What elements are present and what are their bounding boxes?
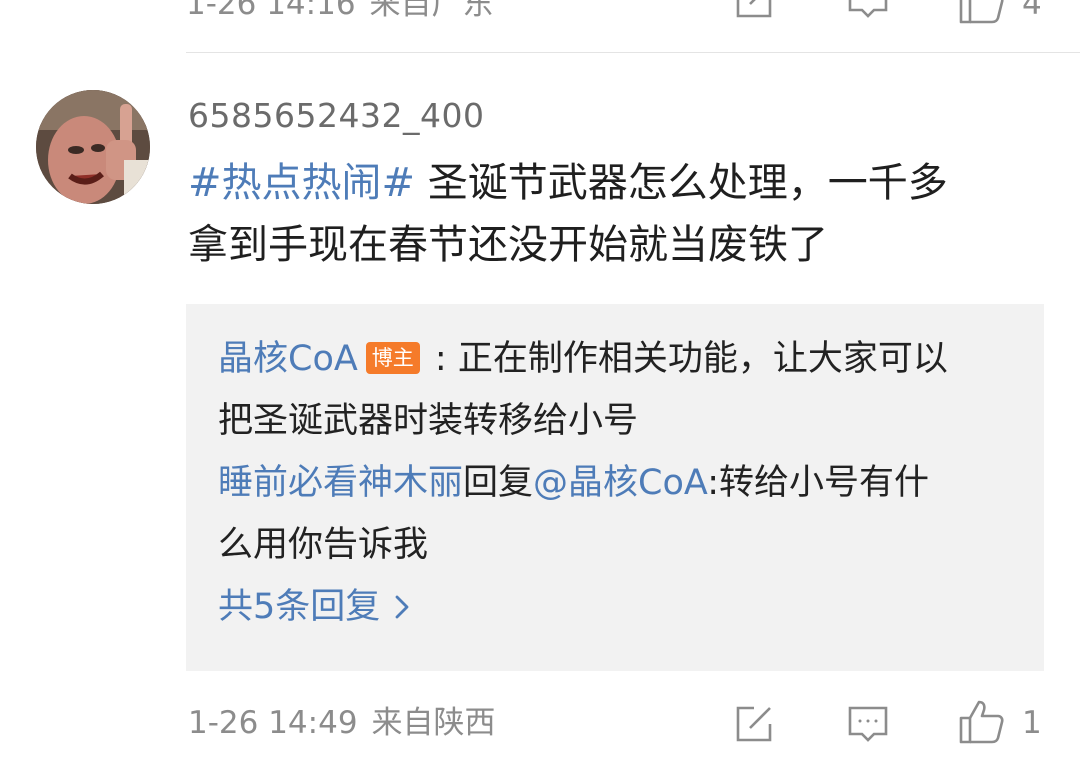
reply-text-line1: :转给小号有什 bbox=[707, 463, 930, 503]
comment-icon bbox=[848, 706, 888, 742]
edit-icon bbox=[736, 706, 772, 742]
more-replies-label: 共5条回复 bbox=[218, 587, 381, 627]
reply-word: 回复 bbox=[463, 463, 534, 503]
edit-button[interactable] bbox=[732, 702, 776, 746]
previous-edit-button[interactable] bbox=[732, 0, 776, 22]
reply-item: 晶核CoA 博主 : 正在制作相关功能，让大家可以 bbox=[218, 328, 1018, 390]
previous-comment-time: 1-26 14:16 bbox=[186, 0, 356, 22]
reply-author[interactable]: 晶核CoA bbox=[218, 339, 358, 379]
comment-location: 来自陕西 bbox=[371, 705, 496, 741]
comment-icon bbox=[848, 0, 888, 18]
hashtag-link[interactable]: #热点热闹# bbox=[188, 160, 415, 206]
reply-item: 睡前必看神木丽回复@晶核CoA:转给小号有什 bbox=[218, 452, 1018, 514]
reply-text-line1: 正在制作相关功能，让大家可以 bbox=[457, 339, 948, 379]
previous-comment-meta: 1-26 14:16 来自广东 bbox=[186, 0, 494, 24]
blogger-badge: 博主 bbox=[365, 342, 420, 374]
comment-username[interactable]: 6585652432_400 bbox=[188, 96, 484, 136]
thumbs-up-icon bbox=[959, 0, 1004, 24]
comment-text: #热点热闹# 圣诞节武器怎么处理，一千多 拿到手现在春节还没开始就当废铁了 bbox=[188, 152, 1038, 276]
previous-like-count: 4 bbox=[1022, 0, 1042, 22]
thumbs-up-icon bbox=[959, 700, 1004, 744]
previous-comment-location: 来自广东 bbox=[369, 0, 494, 22]
edit-icon bbox=[736, 0, 772, 18]
avatar[interactable] bbox=[36, 90, 150, 204]
like-button[interactable] bbox=[957, 698, 1005, 746]
previous-reply-button[interactable] bbox=[846, 0, 890, 22]
reply-author[interactable]: 睡前必看神木丽 bbox=[218, 463, 463, 503]
comment-text-line1: 圣诞节武器怎么处理，一千多 bbox=[415, 160, 948, 206]
comment-meta: 1-26 14:49 来自陕西 bbox=[188, 703, 496, 743]
reply-text-line2: 么用你告诉我 bbox=[218, 525, 429, 565]
reply-mention[interactable]: @晶核CoA bbox=[533, 463, 707, 503]
reply-text-line2: 把圣诞武器时装转移给小号 bbox=[218, 401, 639, 441]
comment-text-line2: 拿到手现在春节还没开始就当废铁了 bbox=[188, 222, 828, 268]
reply-button[interactable] bbox=[846, 702, 890, 746]
reply-separator: : bbox=[423, 339, 458, 379]
previous-like-button[interactable] bbox=[957, 0, 1005, 26]
replies-box[interactable]: 晶核CoA 博主 : 正在制作相关功能，让大家可以 把圣诞武器时装转移给小号 睡前… bbox=[186, 304, 1044, 671]
more-replies-link[interactable]: 共5条回复 bbox=[218, 576, 410, 638]
like-count: 1 bbox=[1022, 705, 1042, 741]
comment-time: 1-26 14:49 bbox=[188, 705, 358, 741]
chevron-right-icon bbox=[395, 595, 409, 619]
comment-divider bbox=[186, 52, 1080, 53]
